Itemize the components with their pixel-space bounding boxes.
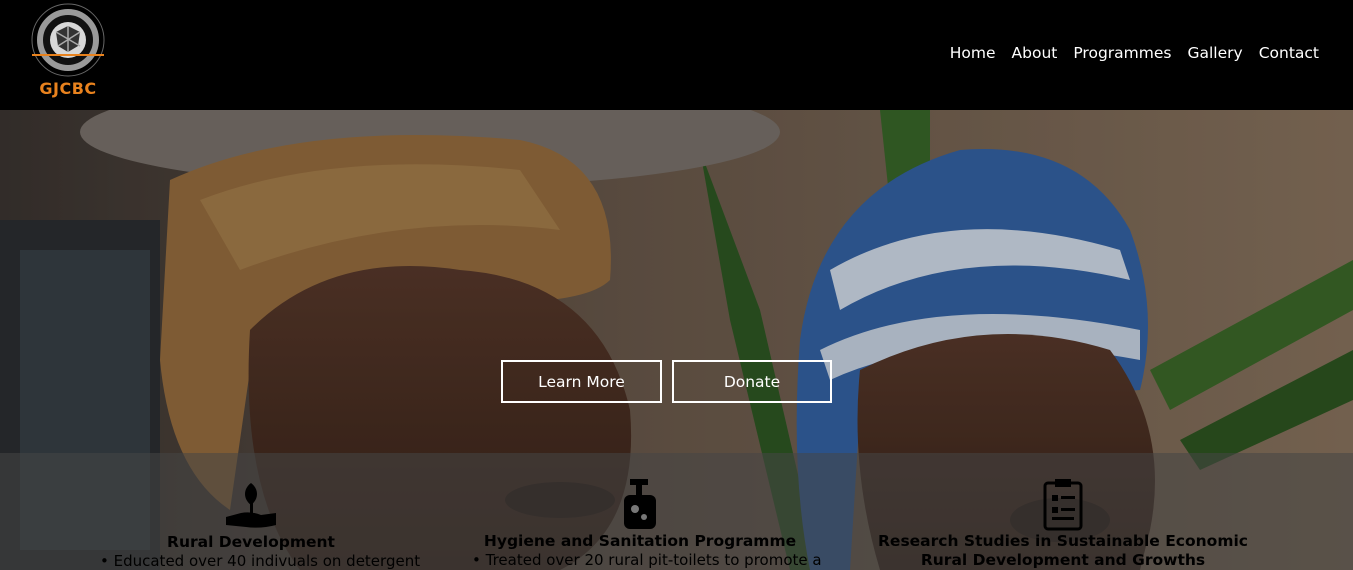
- logo-wordmark: GJCBC: [39, 79, 97, 98]
- feature-research-studies[interactable]: Research Studies in Sustainable Economic…: [862, 453, 1264, 570]
- feature-title: Research Studies in Sustainable Economic…: [878, 532, 1248, 569]
- seedling-hand-icon: [226, 483, 276, 528]
- site-logo[interactable]: GJCBC: [22, 2, 114, 102]
- main-nav: Home About Programmes Gallery Contact: [950, 44, 1319, 62]
- soap-dispenser-icon: [624, 479, 656, 529]
- globe-logo-icon: [31, 3, 105, 77]
- hero-banner: Learn More Donate Rural Development • Ed…: [0, 110, 1353, 570]
- nav-programmes[interactable]: Programmes: [1073, 44, 1171, 62]
- hero-actions: Learn More Donate: [501, 360, 832, 403]
- nav-contact[interactable]: Contact: [1259, 44, 1319, 62]
- feature-hygiene-sanitation[interactable]: Hygiene and Sanitation Programme • Treat…: [472, 453, 822, 570]
- donate-button[interactable]: Donate: [672, 360, 832, 403]
- nav-home[interactable]: Home: [950, 44, 996, 62]
- feature-title: Rural Development: [167, 533, 335, 551]
- site-header: GJCBC Home About Programmes Gallery Cont…: [0, 0, 1353, 110]
- learn-more-button[interactable]: Learn More: [501, 360, 662, 403]
- feature-text: • Educated over 40 indivuals on detergen…: [100, 552, 421, 570]
- feature-title: Hygiene and Sanitation Programme: [483, 532, 797, 550]
- nav-gallery[interactable]: Gallery: [1187, 44, 1242, 62]
- feature-rural-development[interactable]: Rural Development • Educated over 40 ind…: [100, 453, 421, 570]
- nav-about[interactable]: About: [1012, 44, 1058, 62]
- programmes-strip: Rural Development • Educated over 40 ind…: [0, 453, 1353, 570]
- feature-text: • Treated over 20 rural pit-toilets to p…: [472, 551, 822, 569]
- clipboard-icon: [1043, 479, 1083, 531]
